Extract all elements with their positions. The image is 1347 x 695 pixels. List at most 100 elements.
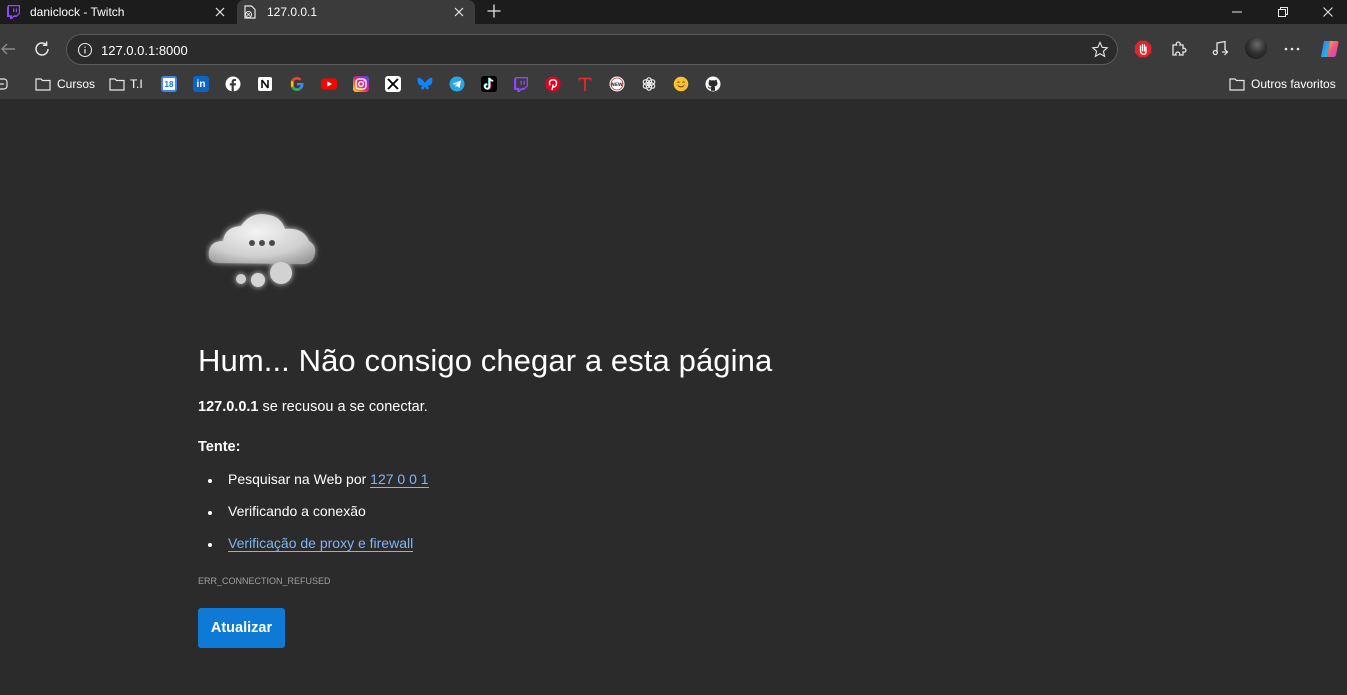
bookmark-openai[interactable] xyxy=(641,75,657,93)
bookmark-folder-cursos[interactable]: Cursos xyxy=(35,75,95,93)
refresh-button[interactable] xyxy=(28,35,56,63)
github-icon xyxy=(705,76,721,92)
back-button[interactable] xyxy=(0,35,22,63)
openai-icon xyxy=(641,76,657,92)
folder-icon xyxy=(35,76,51,92)
calendar-icon: 18 xyxy=(161,76,177,92)
bookmark-folder-ti[interactable]: T.I xyxy=(109,75,143,93)
browser-toolbar: 127.0.0.1:8000 xyxy=(0,24,1347,74)
settings-menu-button[interactable] xyxy=(1278,35,1306,63)
folder-icon xyxy=(1229,76,1245,92)
bookmark-bluesky[interactable] xyxy=(417,75,433,93)
bookmark-twitch[interactable] xyxy=(513,75,529,93)
minimize-icon xyxy=(1232,11,1242,13)
favorite-star-icon[interactable] xyxy=(1091,41,1109,59)
bookmark-telegram[interactable] xyxy=(449,75,465,93)
facebook-icon xyxy=(225,76,241,92)
t-icon xyxy=(577,76,593,92)
stop-hand-icon xyxy=(1134,40,1152,58)
news-icon: NEW xyxy=(609,76,625,92)
bookmark-youtube[interactable] xyxy=(321,75,337,93)
check-connection-text: Verificando a conexão xyxy=(228,503,366,519)
bookmark-label: T.I xyxy=(130,77,143,91)
media-control-button[interactable] xyxy=(1206,35,1234,63)
tab-twitch[interactable]: daniclock - Twitch xyxy=(0,0,236,24)
notion-icon xyxy=(257,76,273,92)
bookmark-news[interactable]: NEW xyxy=(609,75,625,93)
bookmarks-bar: Cursos T.I 18 in NEW Outros favoritos xyxy=(0,70,1347,99)
bookmark-pinterest[interactable] xyxy=(545,75,561,93)
bookmark-label: Cursos xyxy=(57,77,96,91)
minimize-button[interactable] xyxy=(1214,0,1260,24)
host-name: 127.0.0.1 xyxy=(198,399,259,415)
url-text: 127.0.0.1:8000 xyxy=(101,43,188,58)
close-icon xyxy=(1323,7,1333,17)
bookmark-x[interactable] xyxy=(385,75,401,93)
x-icon xyxy=(385,76,401,92)
close-icon[interactable] xyxy=(212,4,228,20)
bookmark-emoji[interactable] xyxy=(673,75,689,93)
google-icon xyxy=(289,76,305,92)
refused-text: se recusou a se conectar. xyxy=(258,399,428,415)
search-web-link[interactable]: 127 0 0 1 xyxy=(370,471,429,488)
bookmark-reading-list[interactable] xyxy=(0,75,8,93)
search-suggestion-text: Pesquisar na Web por xyxy=(228,471,371,487)
reading-list-icon xyxy=(0,76,8,92)
bookmark-calendar[interactable]: 18 xyxy=(161,75,177,93)
more-icon xyxy=(1284,47,1300,51)
bookmark-linkedin[interactable]: in xyxy=(193,75,209,93)
puzzle-icon xyxy=(1172,41,1187,56)
error-page: Hum... Não consigo chegar a esta página … xyxy=(0,99,1347,695)
youtube-icon xyxy=(321,76,337,92)
profile-button[interactable] xyxy=(1242,34,1270,62)
reload-button[interactable]: Atualizar xyxy=(198,608,285,648)
bookmark-label: Outros favoritos xyxy=(1251,77,1336,91)
new-tab-button[interactable] xyxy=(484,1,504,21)
cloud-icon xyxy=(205,203,321,299)
tab-localhost[interactable]: 127.0.0.1 xyxy=(237,0,475,24)
bookmark-facebook[interactable] xyxy=(225,75,241,93)
bookmark-google[interactable] xyxy=(289,75,305,93)
bluesky-icon xyxy=(417,76,433,92)
tab-title: 127.0.0.1 xyxy=(267,5,318,19)
twitch-icon xyxy=(6,5,20,19)
adblock-extension-button[interactable] xyxy=(1129,35,1157,63)
address-bar[interactable]: 127.0.0.1:8000 xyxy=(66,34,1118,65)
telegram-icon xyxy=(449,76,465,92)
instagram-icon xyxy=(353,76,369,92)
svg-text:NEW: NEW xyxy=(611,82,623,88)
restore-button[interactable] xyxy=(1260,0,1306,24)
avatar xyxy=(1245,37,1267,59)
linkedin-icon: in xyxy=(193,76,209,92)
copilot-button[interactable] xyxy=(1316,35,1344,63)
close-window-button[interactable] xyxy=(1305,0,1347,24)
suggestions-list: Pesquisar na Web por 127 0 0 1 Verifican… xyxy=(198,471,429,567)
proxy-firewall-link[interactable]: Verificação de proxy e firewall xyxy=(228,535,414,552)
bookmark-tiktok[interactable] xyxy=(481,75,497,93)
list-item: Verificação de proxy e firewall xyxy=(198,535,429,567)
broken-page-icon xyxy=(243,5,257,19)
error-code: ERR_CONNECTION_REFUSED xyxy=(198,576,331,586)
music-icon xyxy=(1212,40,1229,56)
bookmark-other-favorites[interactable]: Outros favoritos xyxy=(1229,75,1336,93)
plus-icon xyxy=(487,4,501,18)
restore-icon xyxy=(1278,7,1288,17)
bookmark-t[interactable] xyxy=(577,75,593,93)
tab-strip: daniclock - Twitch 127.0.0.1 xyxy=(0,0,1347,24)
extensions-button[interactable] xyxy=(1165,35,1193,63)
twitch-icon xyxy=(513,76,529,92)
bookmark-instagram[interactable] xyxy=(353,75,369,93)
bookmark-github[interactable] xyxy=(705,75,721,93)
back-arrow-icon xyxy=(1,43,15,55)
list-item: Pesquisar na Web por 127 0 0 1 xyxy=(198,471,429,503)
refresh-icon xyxy=(35,41,49,56)
error-description: 127.0.0.1 se recusou a se conectar. xyxy=(198,399,428,415)
close-icon[interactable] xyxy=(451,4,467,20)
info-icon[interactable] xyxy=(77,42,93,58)
try-label: Tente: xyxy=(198,439,241,455)
folder-icon xyxy=(109,76,125,92)
copilot-icon xyxy=(1321,41,1339,57)
emoji-icon xyxy=(673,76,689,92)
bookmark-notion[interactable] xyxy=(257,75,273,93)
list-item: Verificando a conexão xyxy=(198,503,429,535)
